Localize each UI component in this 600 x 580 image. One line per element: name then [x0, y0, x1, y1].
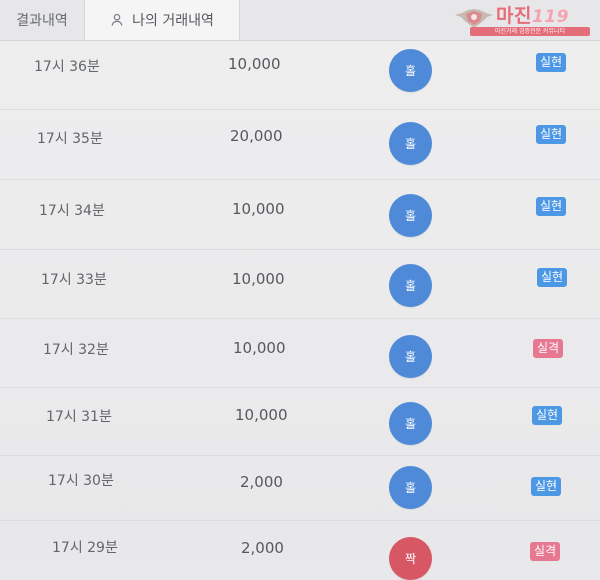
- status-badge: 실현: [537, 268, 568, 287]
- trade-row: 17시 32분 10,000 홀 실격: [0, 319, 600, 388]
- trade-amount: 2,000: [241, 539, 284, 557]
- trade-amount: 10,000: [233, 339, 286, 357]
- logo-brand-number: 119: [531, 7, 569, 27]
- tab-results[interactable]: 결과내역: [0, 0, 84, 40]
- status-badge: 실현: [536, 197, 567, 216]
- trade-time: 17시 29분: [52, 540, 118, 556]
- trade-row: 17시 36분 10,000 홀 실현: [0, 40, 600, 110]
- site-watermark-logo: 마진119 마진거래 검증전문 커뮤니티: [452, 6, 592, 36]
- pick-badge: 홀: [389, 264, 432, 307]
- pick-badge: 홀: [389, 122, 432, 165]
- tab-bar: 결과내역 나의 거래내역 마진119 마진거래 검증전문 커뮤니티: [0, 0, 600, 41]
- trade-row: 17시 30분 2,000 홀 실현: [0, 456, 600, 521]
- pick-badge: 홀: [389, 466, 432, 509]
- trade-amount: 10,000: [235, 406, 288, 424]
- trade-time: 17시 31분: [46, 409, 112, 425]
- pick-badge: 짝: [389, 537, 432, 580]
- trade-amount: 20,000: [230, 127, 283, 145]
- user-icon: [110, 13, 124, 27]
- trade-amount: 2,000: [240, 473, 283, 491]
- trade-time: 17시 32분: [43, 342, 109, 358]
- trade-time: 17시 34분: [39, 203, 105, 219]
- logo-brand-text: 마진: [496, 5, 532, 27]
- status-badge: 실격: [530, 542, 561, 561]
- status-badge: 실현: [536, 53, 567, 72]
- status-badge: 실격: [533, 339, 564, 358]
- trade-row: 17시 29분 2,000 짝 실격: [0, 521, 600, 580]
- pick-badge: 홀: [389, 194, 432, 237]
- pick-badge: 홀: [389, 402, 432, 445]
- trade-row: 17시 35분 20,000 홀 실현: [0, 110, 600, 180]
- trade-row: 17시 33분 10,000 홀 실현: [0, 250, 600, 319]
- status-badge: 실현: [532, 406, 563, 425]
- trade-time: 17시 30분: [48, 473, 114, 489]
- trade-amount: 10,000: [232, 200, 285, 218]
- status-badge: 실현: [536, 125, 567, 144]
- trade-amount: 10,000: [232, 270, 285, 288]
- trade-time: 17시 33분: [41, 272, 107, 288]
- trade-time: 17시 36분: [34, 59, 100, 75]
- trade-history-screen: 결과내역 나의 거래내역 마진119 마진거래 검증전문 커뮤니티 17시 36…: [0, 0, 600, 580]
- pick-badge: 홀: [389, 335, 432, 378]
- pick-badge: 홀: [389, 49, 432, 92]
- trade-row: 17시 34분 10,000 홀 실현: [0, 180, 600, 250]
- tab-my-trades[interactable]: 나의 거래내역: [84, 0, 240, 40]
- tab-results-label: 결과내역: [16, 13, 68, 29]
- status-badge: 실현: [531, 477, 562, 496]
- trade-row: 17시 31분 10,000 홀 실현: [0, 388, 600, 456]
- trade-time: 17시 35분: [37, 131, 103, 147]
- logo-subtitle: 마진거래 검증전문 커뮤니티: [470, 27, 590, 36]
- trade-amount: 10,000: [228, 55, 281, 73]
- tab-my-trades-label: 나의 거래내역: [132, 13, 214, 29]
